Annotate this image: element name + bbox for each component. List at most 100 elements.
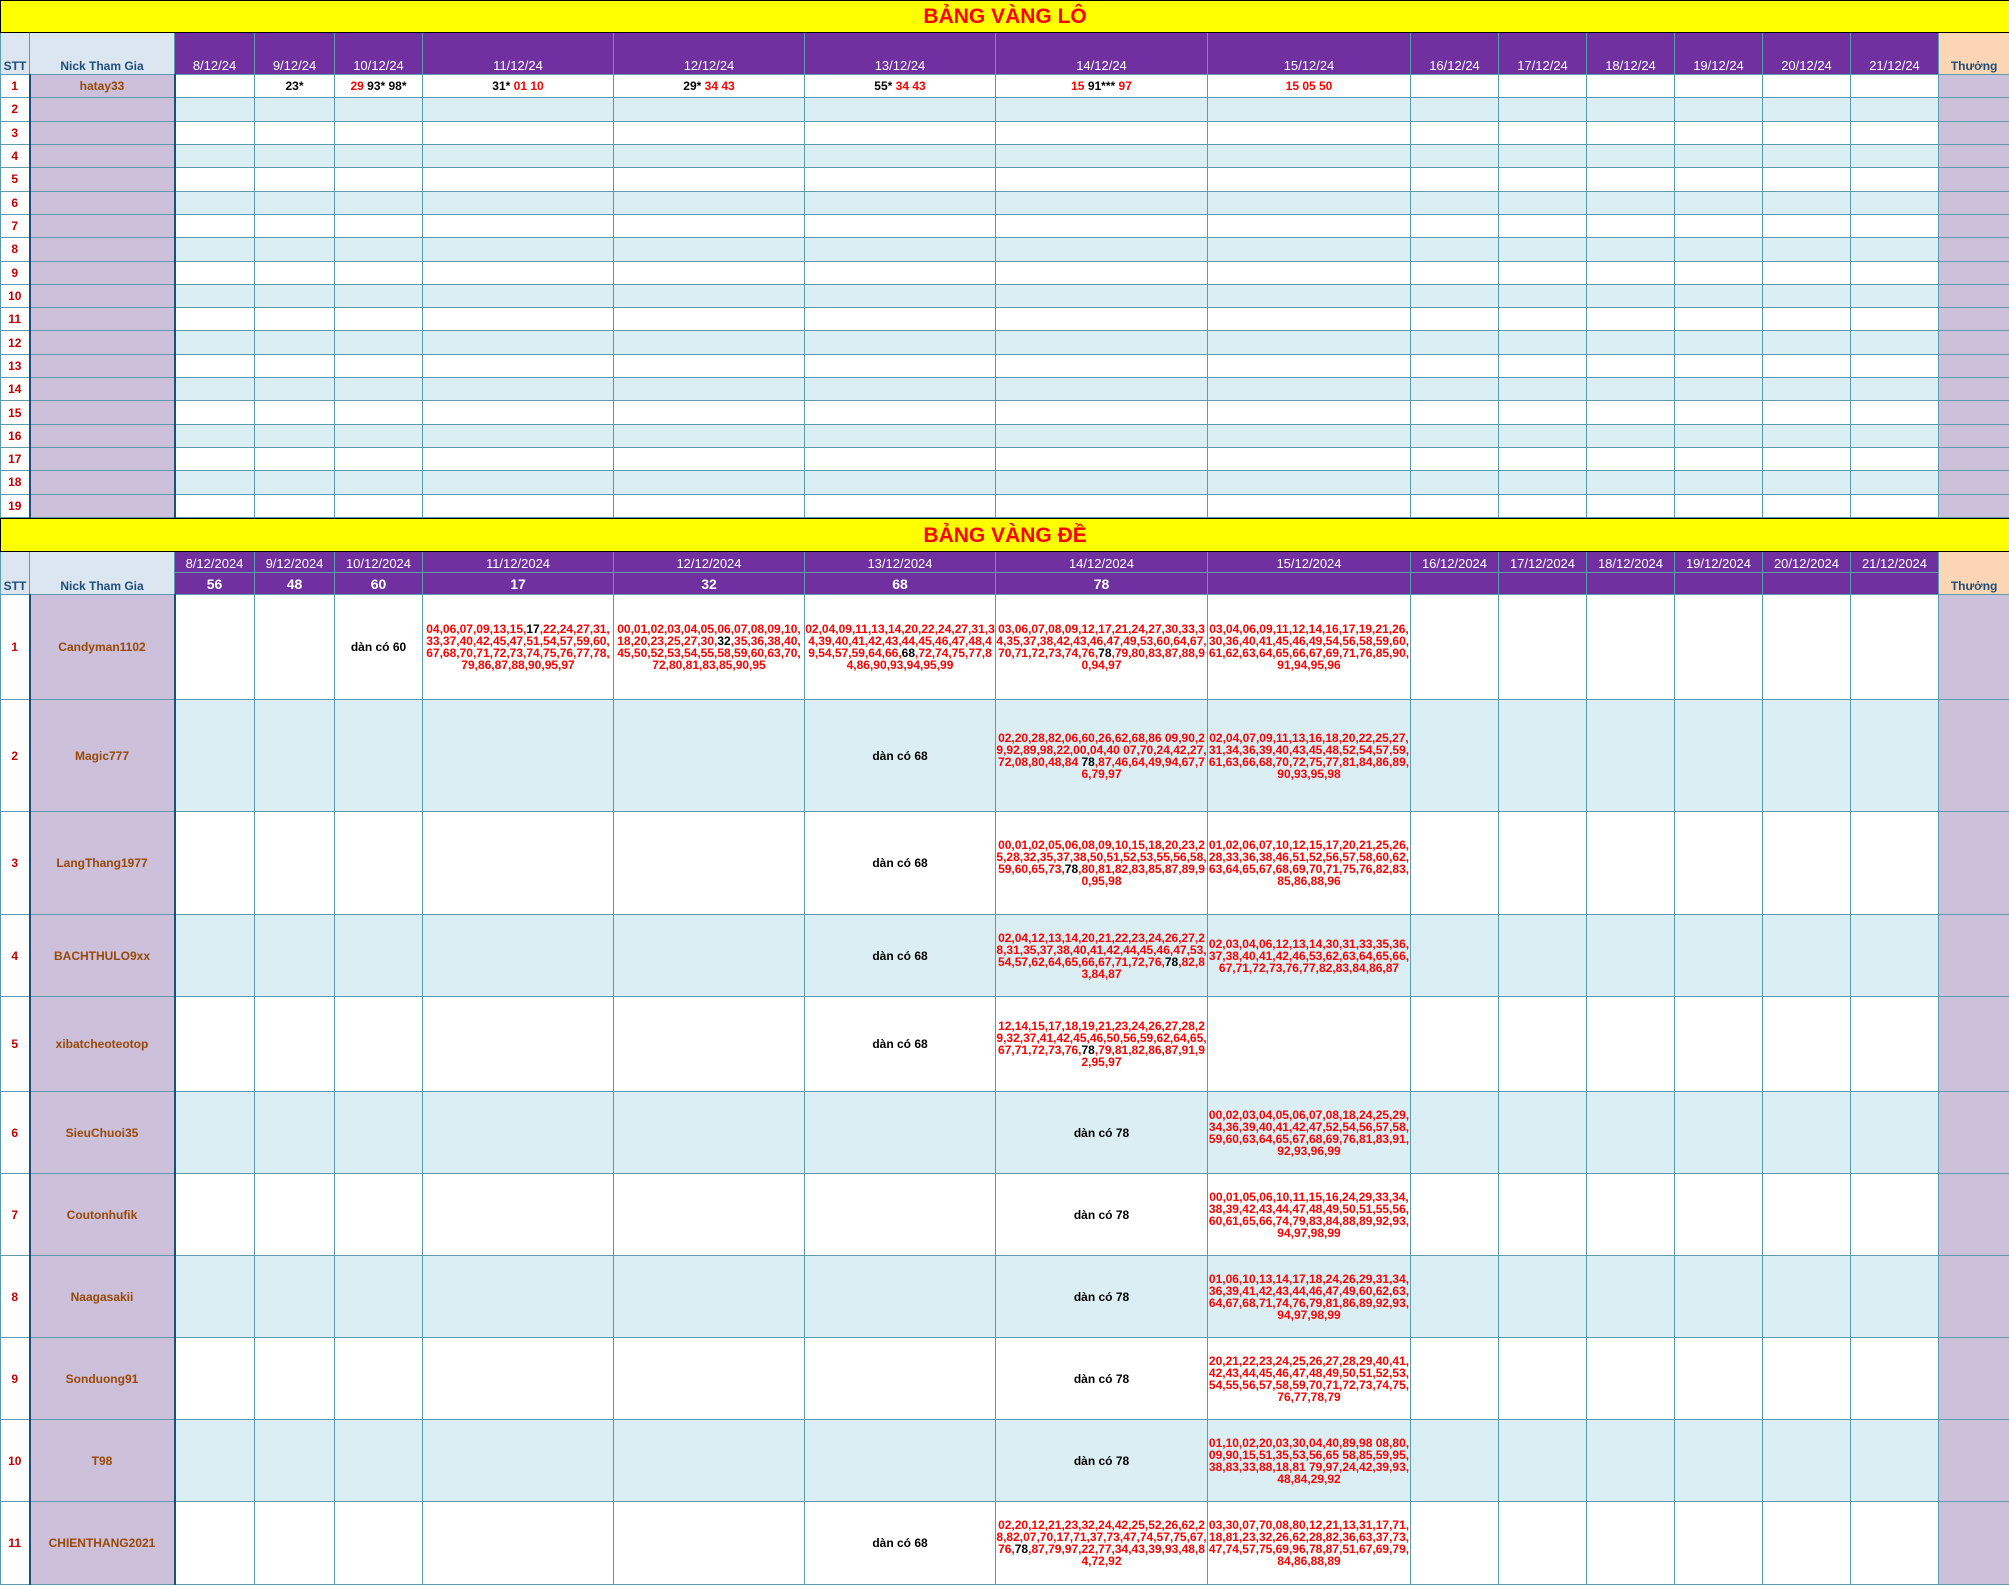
date-cell[interactable] (614, 308, 805, 331)
date-cell[interactable] (175, 168, 255, 191)
date-cell[interactable] (1763, 75, 1851, 98)
date-cell[interactable] (335, 494, 423, 517)
date-cell[interactable] (1675, 471, 1763, 494)
date-cell[interactable] (614, 424, 805, 447)
date-cell[interactable] (423, 261, 614, 284)
date-cell[interactable] (175, 121, 255, 144)
date-cell[interactable] (996, 98, 1208, 121)
date-cell[interactable] (335, 191, 423, 214)
date-cell[interactable] (255, 168, 335, 191)
date-cell[interactable] (335, 284, 423, 307)
date-cell[interactable] (1763, 915, 1851, 997)
date-cell[interactable] (1763, 191, 1851, 214)
date-cell[interactable] (1499, 1420, 1587, 1502)
date-cell[interactable] (1499, 144, 1587, 167)
date-cell[interactable] (175, 1092, 255, 1174)
date-cell[interactable] (335, 915, 423, 997)
date-cell[interactable] (805, 121, 996, 144)
date-cell[interactable] (335, 354, 423, 377)
date-cell[interactable] (1851, 238, 1939, 261)
date-cell[interactable] (1208, 401, 1411, 424)
date-cell[interactable] (175, 1174, 255, 1256)
date-cell[interactable] (614, 284, 805, 307)
date-cell[interactable] (1587, 121, 1675, 144)
date-cell[interactable] (1675, 284, 1763, 307)
date-cell[interactable] (1587, 997, 1675, 1092)
date-cell[interactable] (805, 1174, 996, 1256)
date-cell[interactable] (996, 448, 1208, 471)
date-cell[interactable] (175, 1256, 255, 1338)
date-cell[interactable] (614, 1092, 805, 1174)
date-cell[interactable] (1411, 214, 1499, 237)
date-cell[interactable] (1411, 121, 1499, 144)
date-cell[interactable] (1851, 1338, 1939, 1420)
date-cell[interactable] (1411, 1338, 1499, 1420)
date-cell[interactable] (1851, 331, 1939, 354)
date-cell[interactable] (614, 1174, 805, 1256)
date-cell[interactable] (175, 1338, 255, 1420)
date-cell[interactable]: dàn có 78 (996, 1338, 1208, 1420)
date-cell[interactable] (255, 378, 335, 401)
date-cell[interactable] (1763, 121, 1851, 144)
date-cell[interactable] (255, 595, 335, 700)
date-cell[interactable] (1208, 238, 1411, 261)
date-cell[interactable] (175, 75, 255, 98)
date-cell[interactable] (255, 121, 335, 144)
date-cell[interactable] (255, 1338, 335, 1420)
date-cell[interactable] (805, 1338, 996, 1420)
date-cell[interactable] (1675, 401, 1763, 424)
date-cell[interactable] (1499, 424, 1587, 447)
date-cell[interactable] (1675, 700, 1763, 812)
date-cell[interactable] (335, 1420, 423, 1502)
date-cell[interactable] (1763, 700, 1851, 812)
date-cell[interactable] (423, 812, 614, 915)
date-cell[interactable] (1499, 98, 1587, 121)
date-cell[interactable] (175, 1420, 255, 1502)
date-cell[interactable] (255, 448, 335, 471)
date-cell[interactable] (423, 700, 614, 812)
date-cell[interactable] (335, 1256, 423, 1338)
date-cell[interactable] (1411, 1420, 1499, 1502)
date-cell[interactable] (335, 700, 423, 812)
date-cell[interactable] (255, 284, 335, 307)
date-cell[interactable] (175, 308, 255, 331)
date-cell[interactable] (1208, 261, 1411, 284)
date-cell[interactable] (1411, 595, 1499, 700)
date-cell[interactable] (1587, 1256, 1675, 1338)
date-cell[interactable] (1763, 308, 1851, 331)
date-cell[interactable] (255, 144, 335, 167)
date-cell[interactable] (175, 595, 255, 700)
date-cell[interactable] (1499, 168, 1587, 191)
date-cell[interactable]: 03,06,07,08,09,12,17,21,24,27,30,33,34,3… (996, 595, 1208, 700)
date-cell[interactable] (1763, 378, 1851, 401)
date-cell[interactable] (1587, 238, 1675, 261)
date-cell[interactable] (805, 308, 996, 331)
date-cell[interactable] (1499, 331, 1587, 354)
date-cell[interactable] (423, 378, 614, 401)
date-cell[interactable]: 15 91*** 97 (996, 75, 1208, 98)
date-cell[interactable] (996, 308, 1208, 331)
date-cell[interactable] (614, 354, 805, 377)
date-cell[interactable] (1587, 915, 1675, 997)
date-cell[interactable] (1675, 595, 1763, 700)
date-cell[interactable] (423, 331, 614, 354)
date-cell[interactable] (175, 812, 255, 915)
date-cell[interactable]: dàn có 78 (996, 1420, 1208, 1502)
date-cell[interactable] (614, 168, 805, 191)
date-cell[interactable] (255, 401, 335, 424)
date-cell[interactable] (1499, 214, 1587, 237)
date-cell[interactable] (1763, 997, 1851, 1092)
date-cell[interactable]: 00,01,02,03,04,05,06,07,08,09,10,18,20,2… (614, 595, 805, 700)
date-cell[interactable] (175, 331, 255, 354)
date-cell[interactable] (175, 1502, 255, 1585)
date-cell[interactable] (1411, 308, 1499, 331)
date-cell[interactable] (1208, 284, 1411, 307)
date-cell[interactable] (423, 98, 614, 121)
date-cell[interactable] (1675, 915, 1763, 997)
date-cell[interactable] (1208, 191, 1411, 214)
date-cell[interactable] (1587, 700, 1675, 812)
date-cell[interactable] (1587, 354, 1675, 377)
date-cell[interactable] (614, 1502, 805, 1585)
date-cell[interactable] (1763, 1338, 1851, 1420)
date-cell[interactable]: 01,02,06,07,10,12,15,17,20,21,25,26,28,3… (1208, 812, 1411, 915)
